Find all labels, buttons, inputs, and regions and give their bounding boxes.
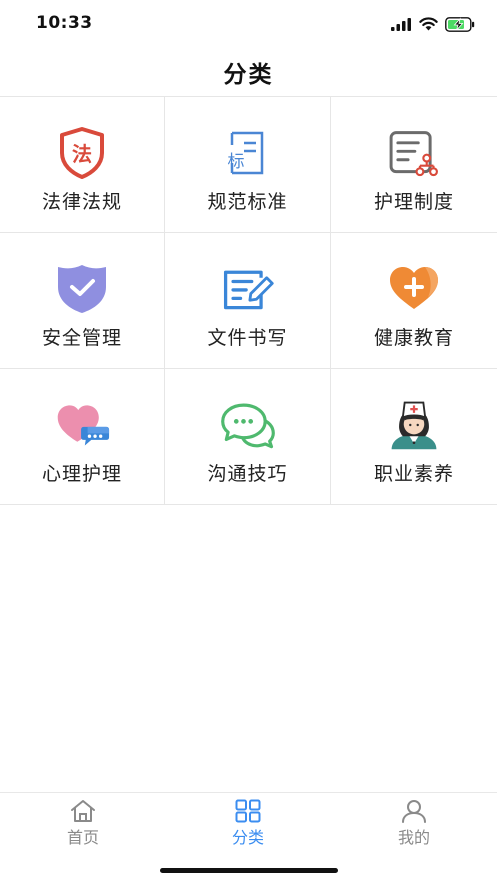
category-label: 安全管理 bbox=[41, 327, 122, 349]
category-psych[interactable]: 心理护理 bbox=[0, 369, 165, 505]
battery-charging-icon bbox=[445, 16, 475, 32]
category-label: 法律法规 bbox=[41, 191, 122, 213]
health-heart-icon bbox=[386, 261, 442, 317]
chat-bubbles-icon bbox=[220, 397, 276, 453]
home-indicator[interactable] bbox=[160, 868, 338, 873]
category-label: 护理制度 bbox=[373, 191, 454, 213]
category-law[interactable]: 法 法律法规 bbox=[0, 97, 165, 233]
category-label: 规范标准 bbox=[207, 191, 288, 213]
law-shield-icon: 法 bbox=[54, 125, 110, 181]
law-badge-text: 法 bbox=[72, 142, 92, 166]
nurse-icon bbox=[386, 397, 442, 453]
category-label: 沟通技巧 bbox=[207, 463, 288, 485]
category-label: 文件书写 bbox=[207, 327, 288, 349]
standard-badge-text: 标 bbox=[227, 152, 244, 172]
document-write-icon bbox=[220, 261, 276, 317]
category-grid: 法 法律法规 标 规范标准 护理制度 安全管理 文件书写 健康教育 心理护理 沟… bbox=[0, 96, 497, 505]
heart-chat-icon bbox=[54, 397, 110, 453]
home-icon bbox=[71, 800, 95, 822]
category-health[interactable]: 健康教育 bbox=[331, 233, 497, 369]
tab-home[interactable]: 首页 bbox=[23, 799, 143, 848]
tab-mine[interactable]: 我的 bbox=[354, 799, 474, 848]
category-label: 职业素养 bbox=[373, 463, 454, 485]
category-standard[interactable]: 标 规范标准 bbox=[165, 97, 331, 233]
status-bar: 10:33 bbox=[0, 0, 497, 48]
category-label: 健康教育 bbox=[373, 327, 454, 349]
status-icons bbox=[391, 15, 475, 33]
category-professional[interactable]: 职业素养 bbox=[331, 369, 497, 505]
wifi-icon bbox=[419, 17, 438, 31]
category-label: 心理护理 bbox=[41, 463, 122, 485]
category-communication[interactable]: 沟通技巧 bbox=[165, 369, 331, 505]
tab-label: 我的 bbox=[397, 828, 430, 847]
user-icon bbox=[402, 800, 426, 823]
page-title: 分类 bbox=[223, 62, 274, 88]
safety-shield-icon bbox=[54, 261, 110, 317]
category-safety[interactable]: 安全管理 bbox=[0, 233, 165, 369]
nav-bar: 分类 bbox=[0, 48, 497, 96]
tab-label: 分类 bbox=[231, 828, 264, 847]
signal-icon bbox=[391, 17, 411, 31]
tab-label: 首页 bbox=[66, 828, 99, 847]
category-writing[interactable]: 文件书写 bbox=[165, 233, 331, 369]
status-time: 10:33 bbox=[36, 13, 93, 33]
grid-icon bbox=[235, 799, 261, 823]
category-system[interactable]: 护理制度 bbox=[331, 97, 497, 233]
standard-doc-icon: 标 bbox=[220, 125, 276, 181]
system-chart-icon bbox=[386, 125, 442, 181]
tab-category[interactable]: 分类 bbox=[188, 799, 308, 848]
